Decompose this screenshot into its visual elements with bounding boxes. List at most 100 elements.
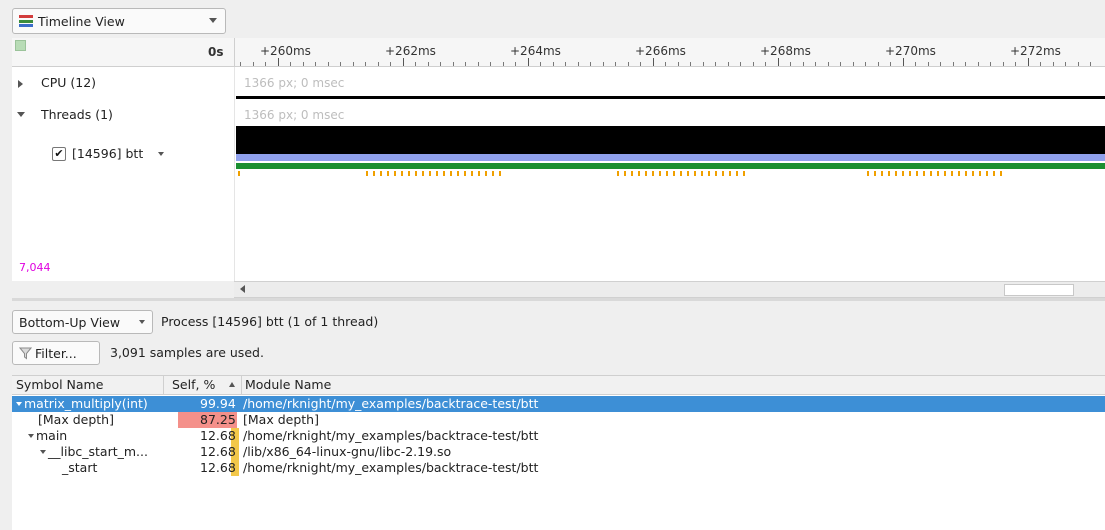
ruler-minor-tick [478,62,479,66]
timeline-horizontal-scrollbar[interactable] [234,281,1105,298]
sample-marker [617,171,619,176]
column-header-symbol[interactable]: Symbol Name [16,377,103,392]
time-ruler[interactable]: 0s +260ms +262ms +264ms +266ms +268ms +270ms +… [12,38,1105,67]
ruler-minor-tick [890,62,891,66]
thread-menu-chevron-icon[interactable] [158,152,164,156]
sample-marker [888,171,890,176]
ruler-minor-tick [553,62,554,66]
table-row[interactable]: matrix_multiply(int) 99.94/home/rknight/m… [12,396,1105,412]
tree-expand-icon[interactable] [40,450,46,454]
tree-expand-icon[interactable] [28,434,34,438]
cpu-track-info: 1366 px; 0 msec [244,76,345,90]
self-percent-cell: 87.25 [200,412,236,427]
sample-marker [366,171,368,176]
sample-marker [450,171,452,176]
column-separator[interactable] [241,376,242,394]
scrollbar-thumb[interactable] [1004,284,1074,296]
expand-right-icon[interactable] [18,80,23,88]
timeline-view-combo[interactable]: Timeline View [12,8,226,34]
ruler-minor-tick [378,62,379,66]
ruler-tick-label: +266ms [635,44,686,58]
cpu-track-label[interactable]: CPU (12) [41,75,96,90]
sample-marker [916,171,918,176]
filter-button[interactable]: Filter... [12,341,100,365]
sample-marker [708,171,710,176]
threads-track-label[interactable]: Threads (1) [41,107,113,122]
sample-marker [958,171,960,176]
ruler-tick-label: +272ms [1010,44,1061,58]
tree-expand-icon[interactable] [16,402,22,406]
collapse-down-icon[interactable] [17,112,25,117]
ruler-tick-label: +260ms [260,44,311,58]
ruler-minor-tick [690,62,691,66]
ruler-minor-tick [465,62,466,66]
column-header-self[interactable]: Self, % [172,377,215,392]
sample-marker [680,171,682,176]
sample-marker [471,171,473,176]
ruler-minor-tick [565,62,566,66]
table-row[interactable]: [Max depth] 87.25 [Max depth] [12,412,1105,428]
ruler-minor-tick [590,62,591,66]
bottom-up-view-combo[interactable]: Bottom-Up View [12,310,153,334]
ruler-minor-tick [828,62,829,66]
ruler-minor-tick [1003,62,1004,66]
sample-marker [415,171,417,176]
self-percent-cell: 12.68 [200,460,236,475]
sample-marker [638,171,640,176]
sample-marker [457,171,459,176]
table-row[interactable]: __libc_start_m... 12.68/lib/x86_64-linux-… [12,444,1105,460]
event-count: 7,044 [19,261,51,274]
ruler-minor-tick [265,62,266,66]
thread-activity-bar [236,126,1105,154]
sample-marker [666,171,668,176]
sample-marker [986,171,988,176]
sample-marker [937,171,939,176]
sample-marker [408,171,410,176]
column-header-module[interactable]: Module Name [245,377,331,392]
sample-marker [930,171,932,176]
sample-marker [951,171,953,176]
chevron-down-icon [139,320,145,324]
column-separator[interactable] [163,376,164,394]
timeline-tracks[interactable]: CPU (12) 1366 px; 0 msec Threads (1) 136… [12,67,1105,281]
ruler-minor-tick [453,62,454,66]
sample-marker [909,171,911,176]
ruler-minor-tick [303,62,304,66]
ruler-minor-tick [315,62,316,66]
sample-marker [701,171,703,176]
sample-marker [387,171,389,176]
sample-marker [659,171,661,176]
ruler-minor-tick [790,62,791,66]
ruler-minor-tick [715,62,716,66]
table-row[interactable]: main 12.68/home/rknight/my_examples/backt… [12,428,1105,444]
sample-marker [429,171,431,176]
bottom-up-table[interactable]: Symbol Name Self, % Module Name matrix_m… [12,375,1105,530]
sample-marker [499,171,501,176]
sample-marker [979,171,981,176]
sample-marker [652,171,654,176]
ruler-minor-tick [428,62,429,66]
sample-marker [736,171,738,176]
pane-splitter[interactable] [12,298,1105,301]
sample-marker [972,171,974,176]
table-row[interactable]: _start 12.68/home/rknight/my_examples/bac… [12,460,1105,476]
sample-marker [687,171,689,176]
sort-ascending-icon [229,382,235,387]
ruler-minor-tick [840,62,841,66]
ruler-minor-tick [365,62,366,66]
sample-marker [867,171,869,176]
ruler-major-tick [1028,58,1029,66]
sample-marker [478,171,480,176]
thread-checkbox[interactable]: ✔ [52,147,66,161]
ruler-minor-tick [1053,62,1054,66]
ruler-minor-tick [603,62,604,66]
thread-track-label[interactable]: [14596] btt [72,146,143,161]
self-percent-cell: 12.68 [200,444,236,459]
sample-marker [694,171,696,176]
sample-marker [729,171,731,176]
sample-marker [965,171,967,176]
ruler-minor-tick [928,62,929,66]
self-percent-cell: 12.68 [200,428,236,443]
ruler-minor-tick [665,62,666,66]
scroll-left-icon[interactable] [240,285,245,293]
